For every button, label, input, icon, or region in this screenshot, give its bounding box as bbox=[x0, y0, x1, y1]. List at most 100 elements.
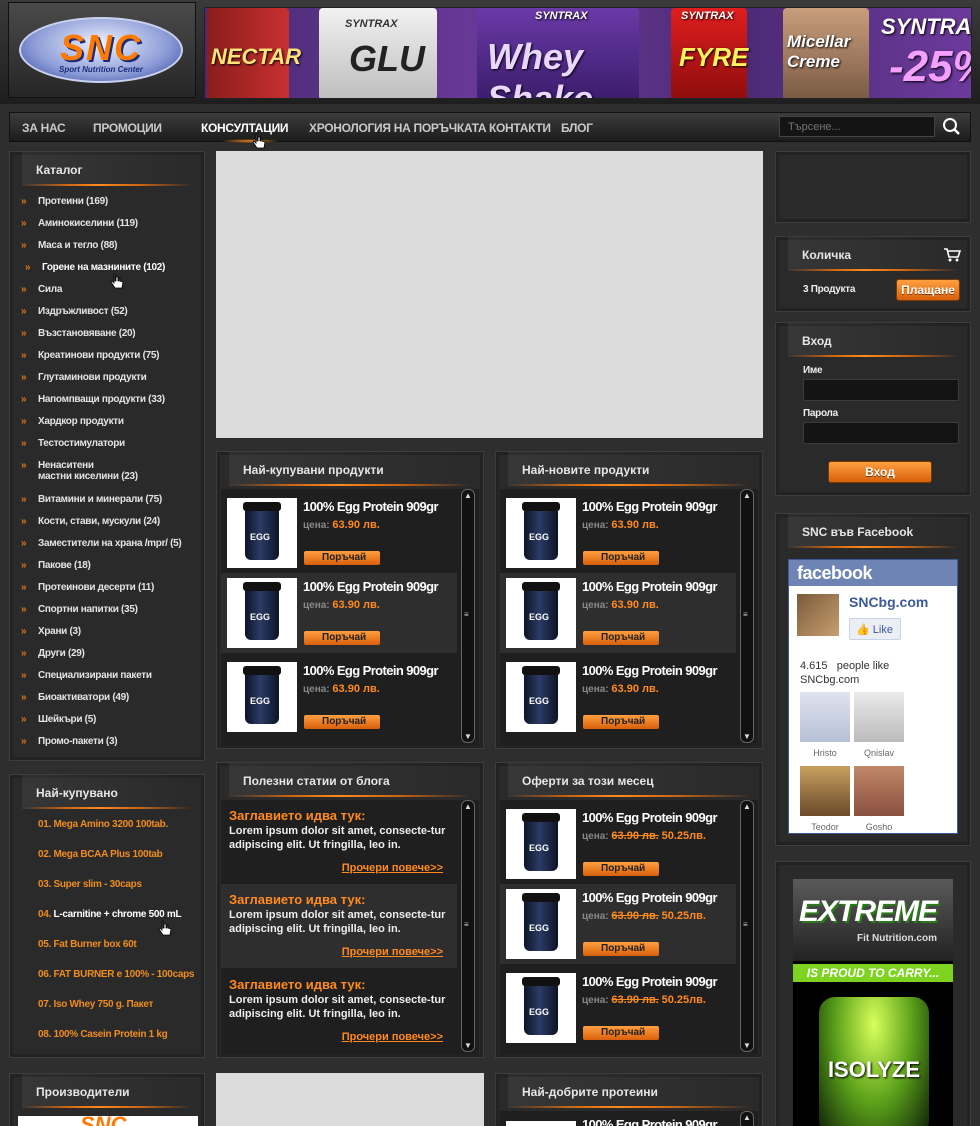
order-button[interactable]: Поръчай bbox=[304, 631, 380, 645]
order-button[interactable]: Поръчай bbox=[583, 715, 659, 729]
fan-avatar[interactable] bbox=[800, 692, 850, 742]
like-button[interactable]: 👍 Like bbox=[849, 618, 901, 640]
read-more-link[interactable]: Прочери повече>> bbox=[342, 946, 443, 958]
top-sold-item-hover[interactable]: 04. L-carnitine + chrome 500 mL bbox=[38, 909, 182, 920]
scroll-down-icon[interactable]: ▼ bbox=[741, 732, 753, 741]
catalog-item[interactable]: » Заместители на храна /mpr/ (5) bbox=[21, 538, 182, 549]
product-image[interactable] bbox=[227, 498, 297, 568]
catalog-item[interactable]: » Издръжливост (52) bbox=[21, 306, 128, 317]
product-item[interactable]: 100% Egg Protein 909gr цена: 63.90 лв. 5… bbox=[500, 968, 736, 1048]
top-sold-item[interactable]: 03. Super slim - 30caps bbox=[38, 879, 142, 890]
catalog-item[interactable]: » Ненаситени мастни киселини (23) bbox=[21, 460, 138, 482]
login-button[interactable]: Вход bbox=[828, 461, 932, 483]
manufacturer-logo[interactable]: SNC bbox=[18, 1116, 198, 1126]
order-button[interactable]: Поръчай bbox=[583, 862, 659, 876]
scroll-down-icon[interactable]: ▼ bbox=[462, 732, 474, 741]
catalog-item[interactable]: » Креатинови продукти (75) bbox=[21, 350, 159, 361]
fan-name[interactable]: Gosho bbox=[854, 822, 904, 832]
product-name[interactable]: 100% Egg Protein 909gr bbox=[303, 579, 439, 594]
catalog-item[interactable]: » Храни (3) bbox=[21, 626, 81, 637]
product-name[interactable]: 100% Egg Protein 909gr bbox=[582, 579, 718, 594]
product-image[interactable] bbox=[506, 809, 576, 879]
fan-name[interactable]: Qnislav bbox=[854, 748, 904, 758]
scroll-down-icon[interactable]: ▼ bbox=[462, 1041, 474, 1050]
fan-name[interactable]: Teodor bbox=[800, 822, 850, 832]
product-image[interactable] bbox=[506, 662, 576, 732]
order-button[interactable]: Поръчай bbox=[304, 715, 380, 729]
blog-post[interactable]: Заглавието идва тук: Lorem ipsum dolor s… bbox=[221, 884, 457, 968]
product-name[interactable]: 100% Egg Protein 909gr bbox=[582, 1117, 718, 1126]
catalog-item[interactable]: » Хардкор продукти bbox=[21, 416, 124, 427]
catalog-item[interactable]: » Кости, стави, мускули (24) bbox=[21, 516, 160, 527]
product-name[interactable]: 100% Egg Protein 909gr bbox=[582, 663, 718, 678]
product-image[interactable] bbox=[506, 498, 576, 568]
facebook-brand[interactable]: facebook bbox=[789, 560, 957, 586]
scrollbar[interactable]: ▲ ≡ ▼ bbox=[740, 489, 754, 743]
scroll-thumb-icon[interactable]: ≡ bbox=[743, 610, 748, 619]
fan-avatar[interactable] bbox=[854, 766, 904, 816]
top-sold-item[interactable]: 06. FAT BURNER e 100% - 100caps bbox=[38, 969, 194, 980]
scroll-up-icon[interactable]: ▲ bbox=[462, 491, 474, 500]
order-button[interactable]: Поръчай bbox=[304, 551, 380, 565]
order-button[interactable]: Поръчай bbox=[583, 551, 659, 565]
catalog-item[interactable]: » Шейкъри (5) bbox=[21, 714, 96, 725]
read-more-link[interactable]: Прочери повече>> bbox=[342, 1031, 443, 1043]
product-name[interactable]: 100% Egg Protein 909gr bbox=[582, 810, 718, 825]
product-item[interactable]: 100% Egg Protein 909gr цена: 63.90 лв. 5… bbox=[500, 804, 736, 884]
scrollbar[interactable]: ▲ ≡ ▼ bbox=[461, 800, 475, 1052]
product-name[interactable]: 100% Egg Protein 909gr bbox=[303, 499, 439, 514]
nav-order-history[interactable]: ХРОНОЛОГИЯ НА ПОРЪЧКАТА bbox=[309, 121, 487, 135]
product-item[interactable]: 100% Egg Protein 909gr цена: 63.90 лв. П… bbox=[500, 573, 736, 653]
nav-blog[interactable]: БЛОГ bbox=[561, 121, 593, 135]
fan-avatar[interactable] bbox=[854, 692, 904, 742]
catalog-item[interactable]: » Аминокиселини (119) bbox=[21, 218, 138, 229]
catalog-item[interactable]: » Възстановяване (20) bbox=[21, 328, 136, 339]
catalog-item[interactable]: » Биоактиватори (49) bbox=[21, 692, 129, 703]
product-item[interactable]: 100% Egg Protein 909gr цена: 63.90 лв. П… bbox=[500, 657, 736, 737]
product-image[interactable] bbox=[227, 662, 297, 732]
catalog-item[interactable]: » Тестостимулатори bbox=[21, 438, 125, 449]
product-name[interactable]: 100% Egg Protein 909gr bbox=[582, 974, 718, 989]
catalog-item[interactable]: » Промо-пакети (3) bbox=[21, 736, 118, 747]
catalog-item[interactable]: » Протеинови десерти (11) bbox=[21, 582, 154, 593]
catalog-item[interactable]: » Специализирани пакети bbox=[21, 670, 152, 681]
product-item[interactable]: 100% Egg Protein 909gr цена: 63.90 лв. П… bbox=[221, 573, 457, 653]
search-input[interactable] bbox=[779, 116, 935, 137]
blog-post-title[interactable]: Заглавието идва тук: bbox=[229, 892, 365, 907]
product-item[interactable]: 100% Egg Protein 909gr цена: 63.90 лв. П… bbox=[221, 657, 457, 737]
name-field[interactable] bbox=[803, 379, 959, 401]
fan-avatar[interactable] bbox=[800, 766, 850, 816]
order-button[interactable]: Поръчай bbox=[583, 1026, 659, 1040]
catalog-item[interactable]: » Напомпващи продукти (33) bbox=[21, 394, 165, 405]
catalog-item[interactable]: » Пакове (18) bbox=[21, 560, 91, 571]
product-image[interactable] bbox=[227, 578, 297, 648]
scroll-up-icon[interactable]: ▲ bbox=[741, 1113, 753, 1122]
top-sold-item[interactable]: 07. Iso Whey 750 g. Пакет bbox=[38, 999, 153, 1010]
nav-about[interactable]: ЗА НАС bbox=[22, 121, 66, 135]
catalog-item[interactable]: » Спортни напитки (35) bbox=[21, 604, 138, 615]
blog-post-title[interactable]: Заглавието идва тук: bbox=[229, 977, 365, 992]
blog-post-title[interactable]: Заглавието идва тук: bbox=[229, 808, 365, 823]
nav-contacts[interactable]: КОНТАКТИ bbox=[489, 121, 551, 135]
logo[interactable]: SNC Sport Nutrition Center bbox=[8, 2, 196, 98]
checkout-button[interactable]: Плащане bbox=[896, 279, 960, 301]
scrollbar[interactable]: ▲ ≡ ▼ bbox=[740, 800, 754, 1052]
fan-name[interactable]: Hristo bbox=[800, 748, 850, 758]
product-image[interactable] bbox=[506, 1121, 576, 1126]
nav-promotions[interactable]: ПРОМОЦИИ bbox=[93, 121, 162, 135]
order-button[interactable]: Поръчай bbox=[583, 942, 659, 956]
scroll-down-icon[interactable]: ▼ bbox=[741, 1041, 753, 1050]
read-more-link[interactable]: Прочери повече>> bbox=[342, 862, 443, 874]
promo-banner[interactable]: NECTAR SYNTRAX GLU SYNTRAX Whey Shake SY… bbox=[204, 7, 972, 99]
scroll-up-icon[interactable]: ▲ bbox=[741, 491, 753, 500]
product-item[interactable]: 100% Egg Protein 909gr цена: 63.90 лв. П… bbox=[500, 493, 736, 573]
scroll-up-icon[interactable]: ▲ bbox=[741, 802, 753, 811]
catalog-item[interactable]: » Протеини (169) bbox=[21, 196, 108, 207]
scroll-thumb-icon[interactable]: ≡ bbox=[743, 920, 748, 929]
product-image[interactable] bbox=[506, 889, 576, 959]
product-image[interactable] bbox=[506, 973, 576, 1043]
extreme-ad-banner[interactable]: EXTREME Fit Nutrition.com IS PROUD TO CA… bbox=[793, 879, 953, 1126]
catalog-item[interactable]: » Маса и тегло (88) bbox=[21, 240, 117, 251]
catalog-item[interactable]: » Витамини и минерали (75) bbox=[21, 494, 162, 505]
product-item[interactable]: 100% Egg Protein 909gr цена: 63.90 лв. 5… bbox=[500, 884, 736, 964]
